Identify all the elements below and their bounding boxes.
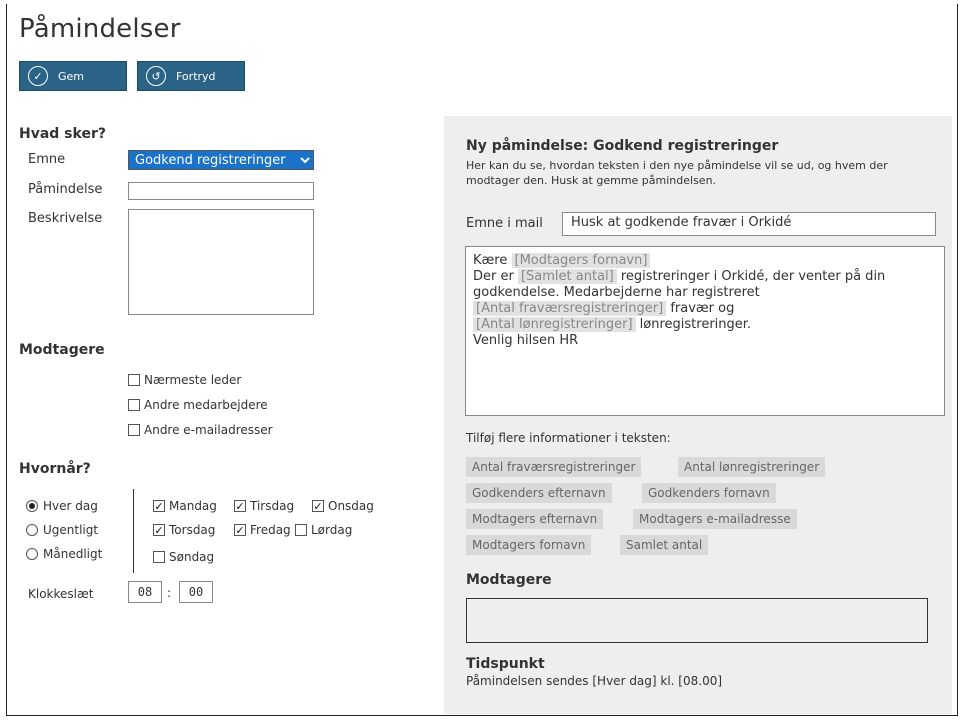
checkbox-label: Onsdag — [328, 499, 374, 513]
recipient-other-employees[interactable]: Andre medarbejdere — [128, 398, 268, 412]
when-heading: Hvornår? — [19, 461, 91, 477]
token-first-name: [Modtagers fornavn] — [511, 253, 651, 268]
checkbox-checked[interactable]: ✓ — [234, 524, 246, 536]
day-saturday[interactable]: Lørdag — [295, 523, 352, 537]
mail-subject-label: Emne i mail — [466, 216, 543, 231]
checkbox-label: Nærmeste leder — [144, 373, 242, 387]
checkbox-label: Tirsdag — [250, 499, 295, 513]
preview-title: Ny påmindelse: Godkend registreringer — [466, 138, 779, 154]
body-signature: Venlig hilsen HR — [473, 333, 579, 348]
radio-button[interactable] — [26, 548, 38, 560]
time-minutes-input[interactable]: 00 — [179, 581, 213, 603]
checkbox[interactable] — [153, 551, 165, 563]
day-wednesday[interactable]: ✓ Onsdag — [312, 499, 374, 513]
token-total: [Samlet antal] — [517, 269, 617, 284]
checkbox-label: Andre medarbejdere — [144, 398, 268, 412]
subject-label: Emne — [28, 152, 66, 167]
checkbox-label: Andre e-mailadresser — [144, 423, 273, 437]
preview-recipients-heading: Modtagere — [466, 572, 552, 588]
app-frame: Påmindelser ✓ Gem ↺ Fortryd Hvad sker? E… — [6, 4, 958, 716]
checkbox-checked[interactable]: ✓ — [312, 500, 324, 512]
time-separator: : — [167, 586, 172, 600]
undo-icon: ↺ — [146, 66, 166, 86]
body-text: fravær og — [670, 301, 735, 316]
frequency-divider — [133, 489, 134, 573]
body-greeting: Kære — [473, 253, 508, 268]
checkbox-checked[interactable]: ✓ — [153, 500, 165, 512]
day-sunday[interactable]: Søndag — [153, 550, 214, 564]
day-monday[interactable]: ✓ Mandag — [153, 499, 217, 513]
preview-description: Her kan du se, hvordan teksten i den nye… — [466, 159, 888, 187]
preview-time-heading: Tidspunkt — [466, 656, 545, 672]
time-hours-input[interactable]: 08 — [128, 581, 162, 603]
checkbox[interactable] — [128, 374, 140, 386]
preview-time-text: Påmindelsen sendes [Hver dag] kl. [08.00… — [466, 674, 723, 688]
recipient-nearest-manager[interactable]: Nærmeste leder — [128, 373, 241, 387]
undo-button[interactable]: ↺ Fortryd — [137, 61, 245, 91]
preview-recipients-box — [466, 598, 928, 643]
checkbox-label: Torsdag — [169, 523, 216, 537]
checkbox-label: Lørdag — [311, 523, 353, 537]
page-title: Påmindelser — [19, 14, 181, 44]
undo-button-label: Fortryd — [176, 69, 216, 83]
preview-panel: Ny påmindelse: Godkend registreringer He… — [444, 116, 952, 714]
token-salary: [Antal lønregistreringer] — [473, 317, 636, 332]
day-friday[interactable]: ✓ Fredag — [234, 523, 291, 537]
chip-absence-count[interactable]: Antal fraværsregistreringer — [466, 457, 642, 477]
checkbox-checked[interactable]: ✓ — [153, 524, 165, 536]
radio-button[interactable] — [26, 524, 38, 536]
body-text: Der er — [473, 269, 514, 284]
checkbox-label: Mandag — [169, 499, 217, 513]
frequency-daily[interactable]: Hver dag — [26, 499, 98, 513]
what-heading: Hvad sker? — [19, 126, 106, 142]
frequency-weekly[interactable]: Ugentligt — [26, 523, 98, 537]
reminder-label: Påmindelse — [28, 182, 103, 197]
radio-label: Ugentligt — [43, 523, 99, 537]
day-tuesday[interactable]: ✓ Tirsdag — [234, 499, 294, 513]
checkbox-checked[interactable]: ✓ — [234, 500, 246, 512]
radio-label: Hver dag — [43, 499, 98, 513]
frequency-monthly[interactable]: Månedligt — [26, 547, 102, 561]
token-absence: [Antal fraværsregistreringer] — [473, 301, 667, 316]
chip-recipient-firstname[interactable]: Modtagers fornavn — [466, 535, 592, 555]
mail-body-editor[interactable]: Kære [Modtagers fornavn] Der er [Samlet … — [465, 246, 945, 416]
radio-button[interactable] — [26, 500, 38, 512]
reminder-input[interactable] — [128, 182, 314, 200]
save-button[interactable]: ✓ Gem — [19, 61, 127, 91]
checkbox[interactable] — [128, 399, 140, 411]
checkmark-icon: ✓ — [28, 66, 48, 86]
day-thursday[interactable]: ✓ Torsdag — [153, 523, 215, 537]
chip-recipient-lastname[interactable]: Modtagers efternavn — [466, 509, 604, 529]
chip-approver-firstname[interactable]: Godkenders fornavn — [642, 483, 776, 503]
mail-subject-input[interactable]: Husk at godkende fravær i Orkidé — [562, 212, 936, 236]
chip-approver-lastname[interactable]: Godkenders efternavn — [466, 483, 612, 503]
recipient-other-emails[interactable]: Andre e-mailadresser — [128, 423, 273, 437]
chip-recipient-email[interactable]: Modtagers e-mailadresse — [633, 509, 797, 529]
checkbox[interactable] — [295, 524, 307, 536]
checkbox-label: Søndag — [169, 550, 215, 564]
recipients-heading: Modtagere — [19, 342, 105, 358]
body-text: lønregistreringer. — [639, 317, 752, 332]
description-label: Beskrivelse — [28, 211, 103, 226]
description-textarea[interactable] — [128, 209, 314, 315]
chip-total-count[interactable]: Samlet antal — [620, 535, 709, 555]
chip-salary-count[interactable]: Antal lønregistreringer — [678, 457, 826, 477]
subject-select[interactable]: Godkend registreringer — [128, 150, 314, 170]
checkbox[interactable] — [128, 424, 140, 436]
radio-label: Månedligt — [43, 547, 103, 561]
time-label: Klokkeslæt — [28, 587, 94, 601]
add-info-label: Tilføj flere informationer i teksten: — [466, 431, 671, 445]
checkbox-label: Fredag — [250, 523, 291, 537]
save-button-label: Gem — [58, 69, 85, 83]
